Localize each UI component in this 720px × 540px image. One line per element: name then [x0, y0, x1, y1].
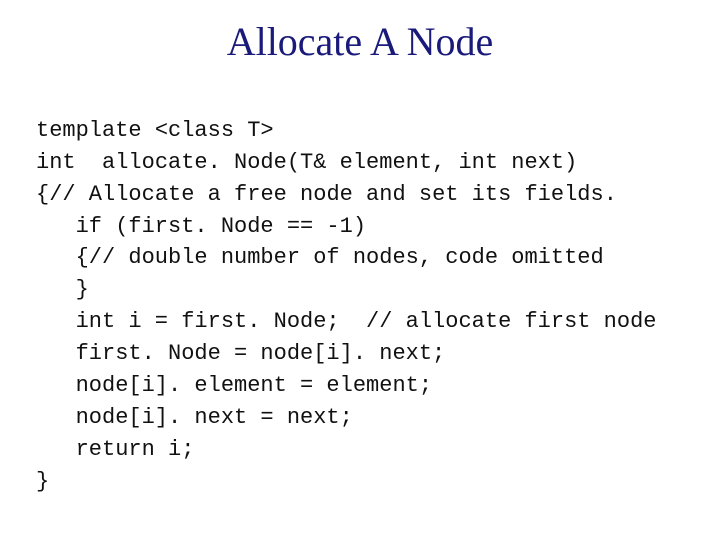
- code-line: node[i]. element = element;: [36, 370, 432, 402]
- slide: Allocate A Node template <class T> int a…: [0, 0, 720, 540]
- code-comment: // double number of nodes, code omitted: [89, 245, 604, 270]
- code-line: return i;: [36, 434, 194, 466]
- code-line: first. Node = node[i]. next;: [36, 338, 445, 370]
- code-line: {: [36, 242, 89, 274]
- code-line: int allocate. Node(T& element, int next): [36, 150, 577, 175]
- code-line: if (first. Node == -1): [36, 211, 366, 243]
- code-line: int i = first. Node; // allocate first n…: [36, 306, 657, 338]
- code-line: }: [36, 469, 49, 494]
- code-comment: // Allocate a free node and set its fiel…: [49, 182, 617, 207]
- code-line: node[i]. next = next;: [36, 402, 353, 434]
- code-line: template <class T>: [36, 118, 274, 143]
- code-block: template <class T> int allocate. Node(T&…: [36, 83, 684, 529]
- slide-title: Allocate A Node: [36, 18, 684, 65]
- code-line: {: [36, 182, 49, 207]
- code-line: }: [36, 274, 89, 306]
